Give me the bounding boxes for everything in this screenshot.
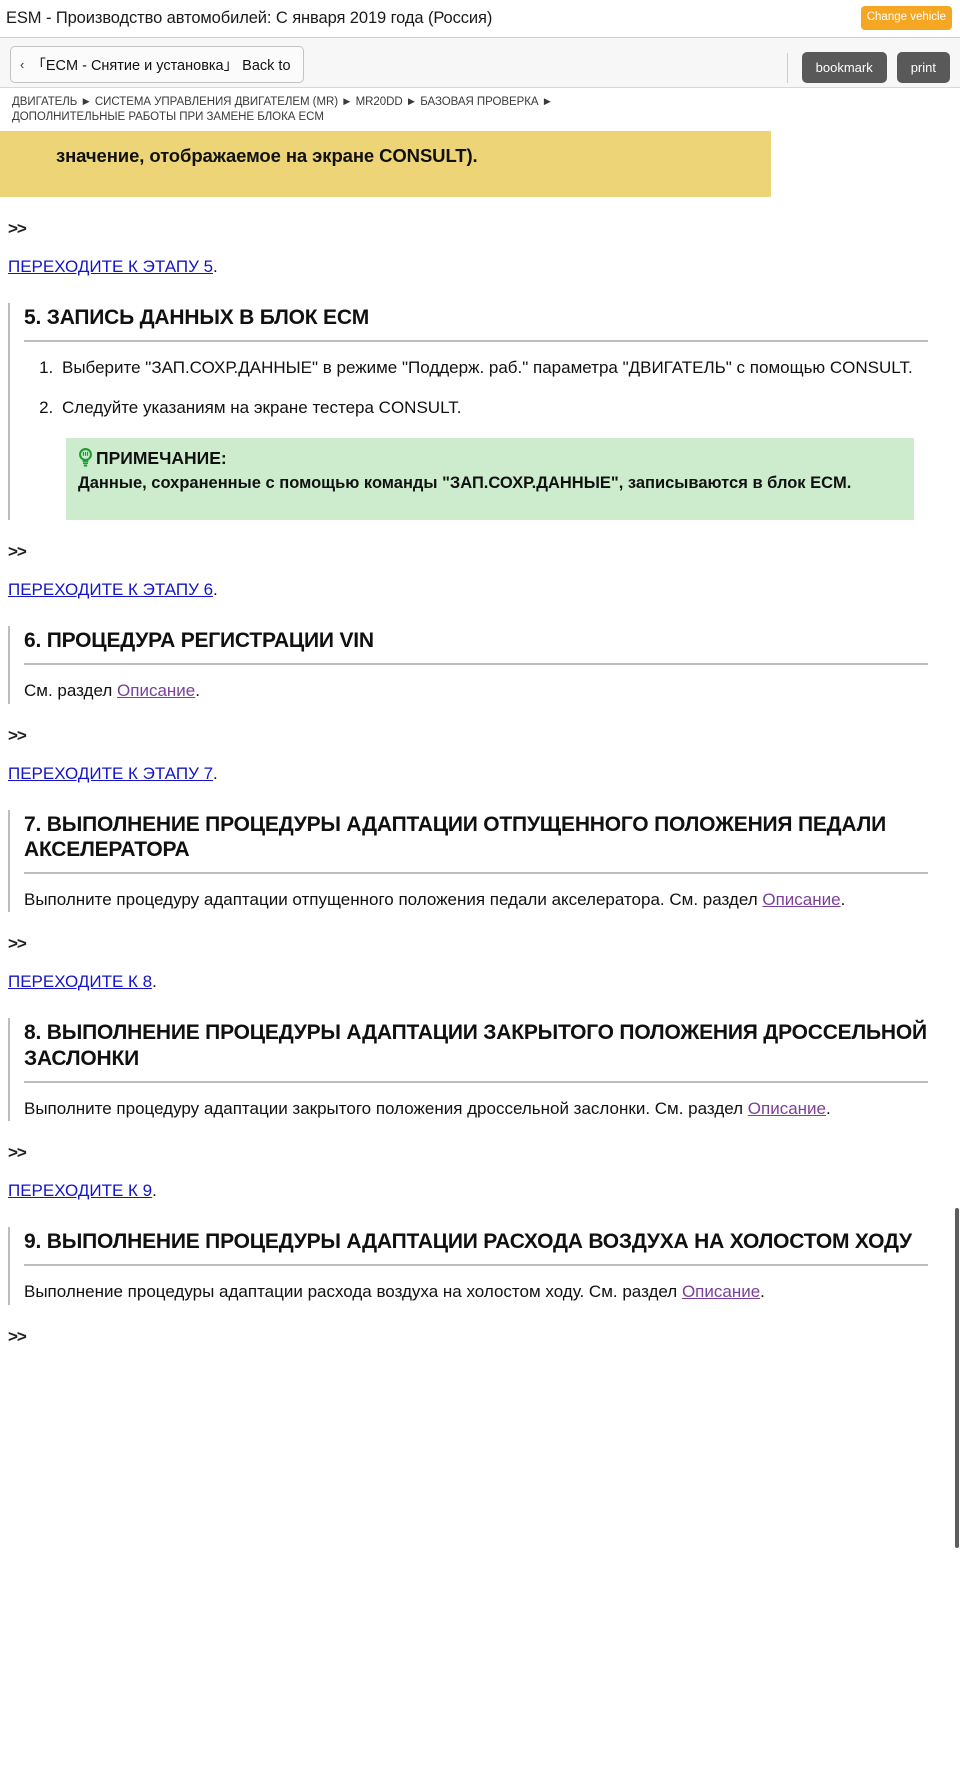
section-9-description-link[interactable]: Описание — [682, 1282, 760, 1301]
section-9-text-prefix: Выполнение процедуры адаптации расхода в… — [24, 1281, 682, 1301]
title-bar: ESM - Производство автомобилей: С января… — [0, 0, 960, 38]
goto-step-6-link[interactable]: ПЕРЕХОДИТЕ К ЭТАПУ 6 — [8, 580, 213, 599]
toolbar-actions: bookmark print — [786, 52, 950, 83]
arrow-marker: >> — [8, 1326, 27, 1346]
arrow-marker: >> — [8, 934, 27, 954]
section-5-title: 5. ЗАПИСЬ ДАННЫХ В БЛОК ECM — [24, 303, 928, 342]
section-9: 9. ВЫПОЛНЕНИЕ ПРОЦЕДУРЫ АДАПТАЦИИ РАСХОД… — [8, 1227, 934, 1305]
section-5-steps: Выберите "ЗАП.СОХР.ДАННЫЕ" в режиме "Под… — [24, 356, 934, 420]
scrollbar-thumb[interactable] — [955, 1208, 959, 1548]
toolbar: ‹ 「ECM - Снятие и установка」 Back to boo… — [0, 38, 960, 88]
caution-box: значение, отображаемое на экране CONSULT… — [0, 131, 771, 198]
chevron-left-icon: ‹ — [20, 57, 25, 72]
section-7-title: 7. ВЫПОЛНЕНИЕ ПРОЦЕДУРЫ АДАПТАЦИИ ОТПУЩЕ… — [24, 810, 928, 874]
goto-step-5: ПЕРЕХОДИТЕ К ЭТАПУ 5. — [6, 239, 940, 277]
section-8-title: 8. ВЫПОЛНЕНИЕ ПРОЦЕДУРЫ АДАПТАЦИИ ЗАКРЫТ… — [24, 1018, 928, 1083]
section-9-body: Выполнение процедуры адаптации расхода в… — [24, 1266, 934, 1305]
section-6-title: 6. ПРОЦЕДУРА РЕГИСТРАЦИИ VIN — [24, 626, 928, 665]
note-text: Данные, сохраненные с помощью команды "З… — [78, 474, 852, 493]
goto-step-7: ПЕРЕХОДИТЕ К ЭТАПУ 7. — [6, 746, 940, 784]
page-title: ESM - Производство автомобилей: С января… — [6, 9, 493, 27]
section-7-description-link[interactable]: Описание — [762, 890, 840, 909]
section-7-text-suffix: . — [840, 889, 846, 909]
section-6-text-prefix: См. раздел — [24, 680, 118, 700]
section-8-text-prefix: Выполните процедуру адаптации закрытого … — [24, 1098, 748, 1118]
goto-step-8: ПЕРЕХОДИТЕ К 8. — [6, 954, 940, 992]
print-button[interactable]: print — [896, 52, 950, 83]
note-box: ПРИМЕЧАНИЕ: Данные, сохраненные с помощь… — [66, 438, 914, 521]
toolbar-divider — [786, 52, 788, 83]
goto-step-5-link[interactable]: ПЕРЕХОДИТЕ К ЭТАПУ 5 — [8, 257, 213, 276]
section-9-text-suffix: . — [760, 1281, 765, 1301]
back-button[interactable]: ‹ 「ECM - Снятие и установка」 Back to — [10, 46, 304, 83]
caution-text: значение, отображаемое на экране CONSULT… — [56, 145, 478, 167]
note-heading-label: ПРИМЕЧАНИЕ: — [96, 448, 227, 469]
section-7-body: Выполните процедуру адаптации отпущенног… — [24, 874, 934, 913]
list-item: Следуйте указаниям на экране тестера CON… — [58, 396, 934, 420]
arrow-marker: >> — [8, 219, 27, 239]
list-item: Выберите "ЗАП.СОХР.ДАННЫЕ" в режиме "Под… — [58, 356, 934, 380]
goto-step-6: ПЕРЕХОДИТЕ К ЭТАПУ 6. — [6, 562, 940, 600]
section-8-text-suffix: . — [826, 1098, 831, 1118]
section-6-text-suffix: . — [195, 680, 200, 700]
section-6-description-link[interactable]: Описание — [117, 681, 195, 700]
vertical-scrollbar[interactable] — [954, 0, 960, 1769]
goto-step-5-period: . — [213, 257, 218, 277]
arrow-marker: >> — [8, 542, 27, 562]
note-heading: ПРИМЕЧАНИЕ: — [76, 448, 902, 469]
goto-step-9-link[interactable]: ПЕРЕХОДИТЕ К 9 — [8, 1181, 152, 1200]
arrow-marker: >> — [8, 725, 27, 745]
document-content: значение, отображаемое на экране CONSULT… — [0, 131, 960, 1347]
section-6: 6. ПРОЦЕДУРА РЕГИСТРАЦИИ VIN См. раздел … — [8, 626, 934, 704]
section-8-description-link[interactable]: Описание — [748, 1099, 826, 1118]
goto-step-7-period: . — [213, 763, 218, 783]
change-vehicle-button[interactable]: Change vehicle — [860, 6, 952, 30]
breadcrumb: ДВИГАТЕЛЬ ► СИСТЕМА УПРАВЛЕНИЯ ДВИГАТЕЛЕ… — [0, 88, 960, 132]
breadcrumb-line-2: ДОПОЛНИТЕЛЬНЫЕ РАБОТЫ ПРИ ЗАМЕНЕ БЛОКА E… — [12, 111, 324, 124]
section-7-text-prefix: Выполните процедуру адаптации отпущенног… — [24, 889, 763, 909]
goto-step-9: ПЕРЕХОДИТЕ К 9. — [6, 1163, 940, 1201]
section-8: 8. ВЫПОЛНЕНИЕ ПРОЦЕДУРЫ АДАПТАЦИИ ЗАКРЫТ… — [8, 1018, 934, 1122]
back-button-label: 「ECM - Снятие и установка」 Back to — [31, 58, 291, 74]
goto-step-8-period: . — [152, 972, 157, 992]
goto-step-9-period: . — [152, 1181, 157, 1201]
section-6-body: См. раздел Описание. — [24, 665, 934, 704]
goto-step-7-link[interactable]: ПЕРЕХОДИТЕ К ЭТАПУ 7 — [8, 764, 213, 783]
section-5-body: Выберите "ЗАП.СОХР.ДАННЫЕ" в режиме "Под… — [24, 342, 934, 521]
section-7: 7. ВЫПОЛНЕНИЕ ПРОЦЕДУРЫ АДАПТАЦИИ ОТПУЩЕ… — [8, 809, 934, 913]
lightbulb-icon — [76, 447, 95, 469]
breadcrumb-line-1: ДВИГАТЕЛЬ ► СИСТЕМА УПРАВЛЕНИЯ ДВИГАТЕЛЕ… — [12, 96, 553, 108]
section-9-title: 9. ВЫПОЛНЕНИЕ ПРОЦЕДУРЫ АДАПТАЦИИ РАСХОД… — [24, 1227, 928, 1266]
bookmark-button[interactable]: bookmark — [801, 52, 887, 83]
arrow-marker: >> — [8, 1143, 27, 1163]
section-5: 5. ЗАПИСЬ ДАННЫХ В БЛОК ECM Выберите "ЗА… — [8, 303, 934, 521]
goto-step-6-period: . — [213, 580, 218, 600]
goto-step-8-link[interactable]: ПЕРЕХОДИТЕ К 8 — [8, 972, 152, 991]
section-8-body: Выполните процедуру адаптации закрытого … — [24, 1083, 934, 1122]
